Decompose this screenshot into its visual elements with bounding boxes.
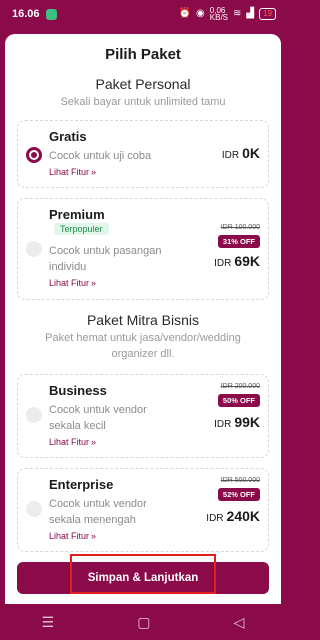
see-features-link[interactable]: Lihat Fitur» <box>49 167 96 177</box>
section-title-business: Paket Mitra Bisnis <box>86 312 200 328</box>
status-time: 16.06 <box>12 8 40 20</box>
original-price: IDR 500.000 <box>220 477 260 484</box>
wifi-icon: ≋ <box>233 8 242 19</box>
plan-card-business[interactable]: Business Cocok untuk vendor sekala kecil… <box>17 374 269 458</box>
original-price: IDR 200.000 <box>220 383 260 390</box>
menu-icon[interactable]: ☰ <box>42 614 55 631</box>
plan-description: Cocok untuk pasangan individu <box>49 245 162 273</box>
save-and-continue-button[interactable]: Simpan & Lanjutkan <box>17 562 269 594</box>
sheet-title: Pilih Paket <box>105 46 181 63</box>
status-bar: 16.06 ⏰ ◉ 0,06 KB/S ≋ ▟ 19 <box>0 0 286 28</box>
plan-price: IDR 0K <box>221 145 260 161</box>
signal-icon: ▟ <box>246 8 255 19</box>
plan-card-gratis[interactable]: Gratis Cocok untuk uji coba Lihat Fitur»… <box>17 120 269 188</box>
home-icon[interactable]: ▢ <box>137 614 150 631</box>
plan-card-enterprise[interactable]: Enterprise Cocok untuk vendor sekala men… <box>17 468 269 552</box>
plan-description: Cocok untuk vendor sekala menengah <box>49 498 147 526</box>
section-title-personal: Paket Personal <box>95 76 191 92</box>
chevron-right-icon: » <box>91 278 97 288</box>
section-subtitle-personal: Sekali bayar untuk unlimited tamu <box>60 96 226 108</box>
radio-gratis[interactable] <box>26 147 42 163</box>
plan-price: IDR 240K <box>206 508 260 524</box>
radio-business[interactable] <box>26 407 42 423</box>
plan-name: Premium <box>49 207 105 222</box>
back-icon[interactable]: ◁ <box>234 614 245 631</box>
network-speed: 0,06 KB/S <box>209 6 228 22</box>
radio-enterprise[interactable] <box>26 501 42 517</box>
original-price: IDR 100.000 <box>220 224 260 231</box>
app-notification-icon <box>45 8 57 20</box>
discount-badge: 50% OFF <box>217 394 260 407</box>
status-left: 16.06 <box>12 8 57 20</box>
see-features-link[interactable]: Lihat Fitur» <box>49 278 96 288</box>
plan-description: Cocok untuk vendor sekala kecil <box>49 404 147 432</box>
alarm-icon: ⏰ <box>178 8 192 19</box>
plan-name: Business <box>49 383 107 398</box>
section-subtitle-business: Paket hemat untuk jasa/vendor/wedding or… <box>45 332 241 360</box>
see-features-link[interactable]: Lihat Fitur» <box>49 531 96 541</box>
plan-price: IDR 99K <box>214 414 260 430</box>
chevron-right-icon: » <box>91 167 97 177</box>
plan-price: IDR 69K <box>214 253 260 269</box>
discount-badge: 31% OFF <box>217 235 260 248</box>
see-features-link[interactable]: Lihat Fitur» <box>49 437 96 447</box>
nfc-icon: ◉ <box>196 8 205 19</box>
popular-badge: Terpopuler <box>54 223 109 235</box>
system-nav-bar: ☰ ▢ ◁ <box>0 604 286 640</box>
discount-badge: 52% OFF <box>217 488 260 501</box>
plan-name: Enterprise <box>49 477 114 492</box>
radio-premium[interactable] <box>26 241 42 257</box>
status-right: ⏰ ◉ 0,06 KB/S ≋ ▟ 19 <box>178 6 276 22</box>
plan-name: Gratis <box>49 129 87 144</box>
plan-card-premium[interactable]: Premium Terpopuler Cocok untuk pasangan … <box>17 198 269 300</box>
plan-picker-sheet: Pilih Paket Paket Personal Sekali bayar … <box>5 34 281 604</box>
battery-icon: 19 <box>259 8 276 20</box>
plan-description: Cocok untuk uji coba <box>49 150 152 162</box>
chevron-right-icon: » <box>91 531 97 541</box>
chevron-right-icon: » <box>91 437 97 447</box>
